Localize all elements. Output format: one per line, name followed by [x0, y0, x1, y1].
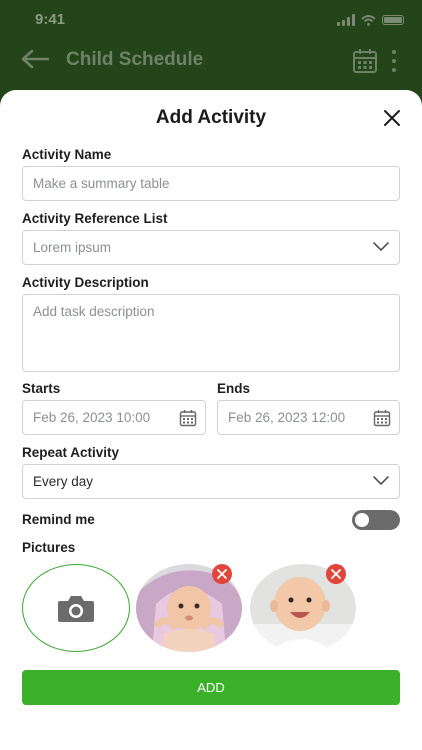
- description-placeholder: Add task description: [33, 304, 155, 319]
- calendar-icon[interactable]: [179, 409, 197, 427]
- chevron-down-icon: [373, 242, 389, 251]
- reference-list-select[interactable]: Lorem ipsum: [22, 230, 400, 265]
- repeat-label: Repeat Activity: [22, 445, 120, 460]
- activity-name-input[interactable]: Make a summary table: [22, 166, 400, 201]
- description-textarea[interactable]: Add task description: [22, 294, 400, 372]
- pictures-label: Pictures: [22, 540, 76, 555]
- starts-value: Feb 26, 2023 10:00: [33, 410, 151, 425]
- chevron-down-icon: [373, 476, 389, 485]
- battery-icon: [382, 15, 404, 25]
- add-photo-button[interactable]: [22, 564, 130, 652]
- more-vertical-icon[interactable]: [388, 50, 400, 72]
- ends-value: Feb 26, 2023 12:00: [228, 410, 346, 425]
- app-bar: Child Schedule: [0, 42, 422, 78]
- calendar-icon[interactable]: [373, 409, 391, 427]
- reference-list-value: Lorem ipsum: [33, 240, 112, 255]
- description-label: Activity Description: [22, 275, 149, 290]
- activity-name-label: Activity Name: [22, 147, 112, 162]
- reference-list-label: Activity Reference List: [22, 211, 168, 226]
- toggle-knob: [355, 513, 369, 527]
- wifi-icon: [361, 14, 376, 26]
- remove-icon: [331, 569, 341, 579]
- status-time: 9:41: [35, 11, 66, 28]
- sheet-title: Add Activity: [155, 107, 267, 128]
- signal-icon: [337, 14, 355, 26]
- app-title: Child Schedule: [66, 49, 204, 70]
- camera-icon: [58, 596, 94, 622]
- repeat-value: Every day: [33, 474, 94, 489]
- add-activity-sheet: Add Activity Activity Name Make a summar…: [0, 90, 422, 750]
- add-button[interactable]: ADD: [22, 670, 400, 705]
- remove-icon: [217, 569, 227, 579]
- activity-name-placeholder: Make a summary table: [33, 176, 170, 191]
- ends-datetime-field[interactable]: Feb 26, 2023 12:00: [217, 400, 400, 435]
- status-icons: [337, 14, 404, 26]
- remove-photo-button[interactable]: [212, 564, 232, 584]
- remove-photo-button[interactable]: [326, 564, 346, 584]
- starts-datetime-field[interactable]: Feb 26, 2023 10:00: [22, 400, 206, 435]
- starts-label: Starts: [22, 381, 61, 396]
- remind-label: Remind me: [22, 512, 95, 527]
- back-arrow-icon[interactable]: [20, 48, 50, 70]
- ends-label: Ends: [217, 381, 251, 396]
- close-icon[interactable]: [382, 108, 402, 128]
- calendar-icon[interactable]: [352, 48, 378, 74]
- status-bar: 9:41: [0, 0, 422, 40]
- repeat-select[interactable]: Every day: [22, 464, 400, 499]
- remind-toggle[interactable]: [352, 510, 400, 530]
